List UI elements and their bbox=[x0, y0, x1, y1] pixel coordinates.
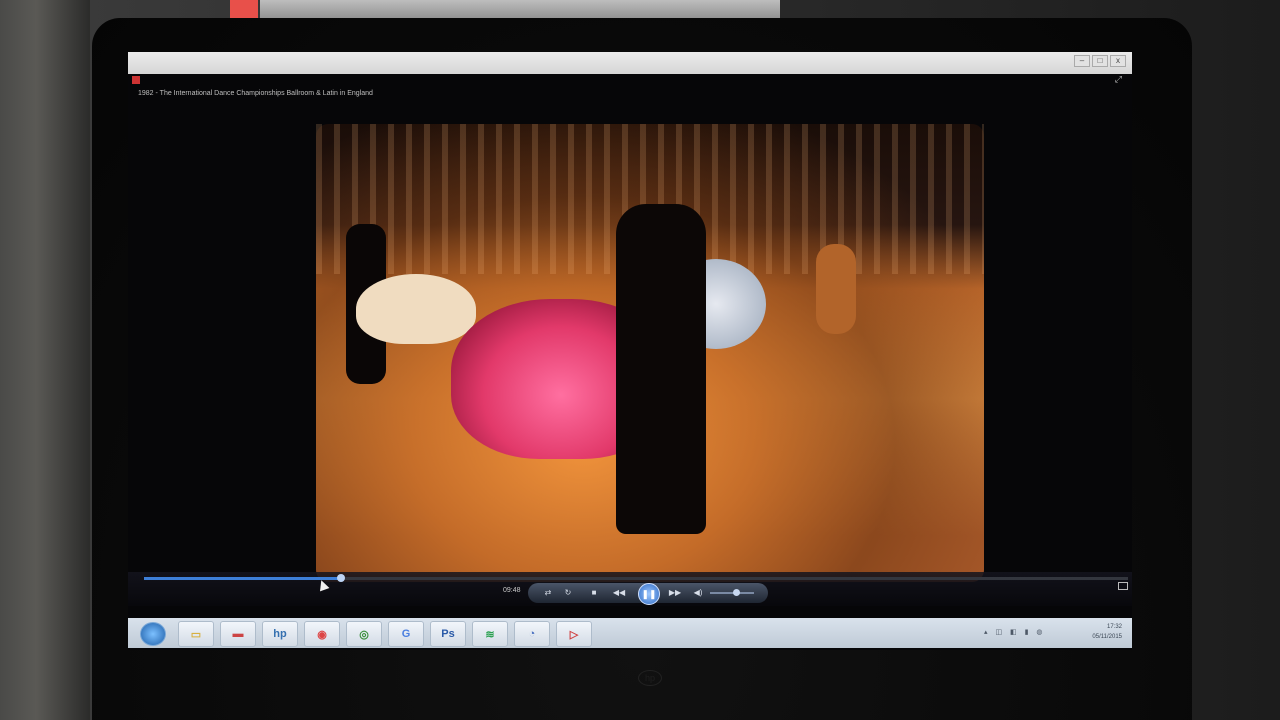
video-title: 1982 - The International Dance Champions… bbox=[138, 90, 373, 97]
start-button[interactable] bbox=[140, 622, 166, 646]
dancer-far bbox=[816, 244, 856, 334]
app-icon: ▬ bbox=[232, 628, 244, 640]
hp-icon: hp bbox=[273, 628, 287, 640]
google-icon: G bbox=[401, 628, 411, 640]
taskbar-item-chrome-alt[interactable]: ◉ bbox=[304, 621, 340, 647]
taskbar-item-folder[interactable]: ▭ bbox=[178, 621, 214, 647]
clock-date: 05/11/2015 bbox=[1092, 634, 1122, 640]
mute-button[interactable]: ◀) bbox=[690, 587, 706, 599]
room-background bbox=[0, 0, 90, 720]
spotify-icon: ≋ bbox=[485, 628, 495, 641]
monitor-screen: – □ x ⤢ 1982 - The International Dance C… bbox=[128, 52, 1132, 650]
taskbar-item-media-player[interactable]: ▷ bbox=[556, 621, 592, 647]
room-light bbox=[230, 0, 258, 20]
taskbar-item-hp[interactable]: hp bbox=[262, 621, 298, 647]
volume-slider[interactable] bbox=[710, 589, 754, 596]
clock-time: 17:32 bbox=[1106, 624, 1122, 630]
minimize-button[interactable]: – bbox=[1074, 55, 1090, 67]
system-tray: ▴ ◫ ◧ ▮ ◍ 17:32 05/11/2015 bbox=[984, 622, 1124, 644]
media-player-icon: ▷ bbox=[569, 628, 579, 641]
seek-progress bbox=[144, 577, 341, 580]
taskbar-item-app[interactable]: ▬ bbox=[220, 621, 256, 647]
seek-bar[interactable] bbox=[144, 574, 1128, 582]
close-button[interactable]: x bbox=[1110, 55, 1126, 67]
transport-bar: ⇄ ↻ ■ ◀◀ ❚❚ ▶▶ ◀) bbox=[528, 583, 768, 605]
shuffle-button[interactable]: ⇄ bbox=[542, 587, 554, 599]
taskbar: ▭ ▬ hp ◉ ◎ G Ps ≋ ◔ ▷ ▴ ◫ ◧ ▮ ◍ 17:32 05/11/2015 bbox=[128, 618, 1132, 648]
player-controls: 09:48 ⇄ ↻ ■ ◀◀ ❚❚ ▶▶ ◀) bbox=[128, 572, 1132, 606]
clock[interactable]: 17:32 05/11/2015 bbox=[1092, 622, 1122, 642]
dancer-left-dress bbox=[356, 274, 476, 344]
tray-icons[interactable]: ▴ ◫ ◧ ▮ ◍ bbox=[984, 628, 1045, 636]
taskbar-item-chrome[interactable]: ◎ bbox=[346, 621, 382, 647]
current-time: 09:48 bbox=[503, 587, 521, 594]
hp-logo: hp bbox=[638, 670, 662, 686]
chrome-alt-icon: ◉ bbox=[317, 628, 327, 641]
window-buttons: – □ x bbox=[1074, 55, 1126, 67]
taskbar-items: ▭ ▬ hp ◉ ◎ G Ps ≋ ◔ ▷ bbox=[178, 621, 592, 647]
repeat-button[interactable]: ↻ bbox=[562, 587, 574, 599]
taskbar-item-google[interactable]: G bbox=[388, 621, 424, 647]
dancer-main-man bbox=[616, 204, 706, 534]
fullscreen-icon[interactable]: ⤢ bbox=[1115, 74, 1122, 85]
network-icon: ◔ bbox=[528, 628, 536, 640]
previous-button[interactable]: ◀◀ bbox=[610, 587, 628, 599]
switch-to-library-icon[interactable] bbox=[1118, 582, 1128, 590]
maximize-button[interactable]: □ bbox=[1092, 55, 1108, 67]
play-pause-button[interactable]: ❚❚ bbox=[638, 583, 660, 605]
folder-icon: ▭ bbox=[190, 628, 202, 641]
photoshop-icon: Ps bbox=[441, 628, 455, 640]
taskbar-item-network[interactable]: ◔ bbox=[514, 621, 550, 647]
stop-button[interactable]: ■ bbox=[588, 587, 600, 599]
taskbar-item-photoshop[interactable]: Ps bbox=[430, 621, 466, 647]
chrome-icon: ◎ bbox=[359, 628, 369, 641]
media-player-app-icon bbox=[132, 76, 140, 84]
next-button[interactable]: ▶▶ bbox=[666, 587, 684, 599]
window-titlebar: – □ x bbox=[128, 52, 1132, 74]
taskbar-item-spotify[interactable]: ≋ bbox=[472, 621, 508, 647]
video-frame[interactable] bbox=[316, 124, 984, 582]
seek-thumb[interactable] bbox=[336, 574, 345, 582]
volume-thumb[interactable] bbox=[733, 589, 741, 596]
